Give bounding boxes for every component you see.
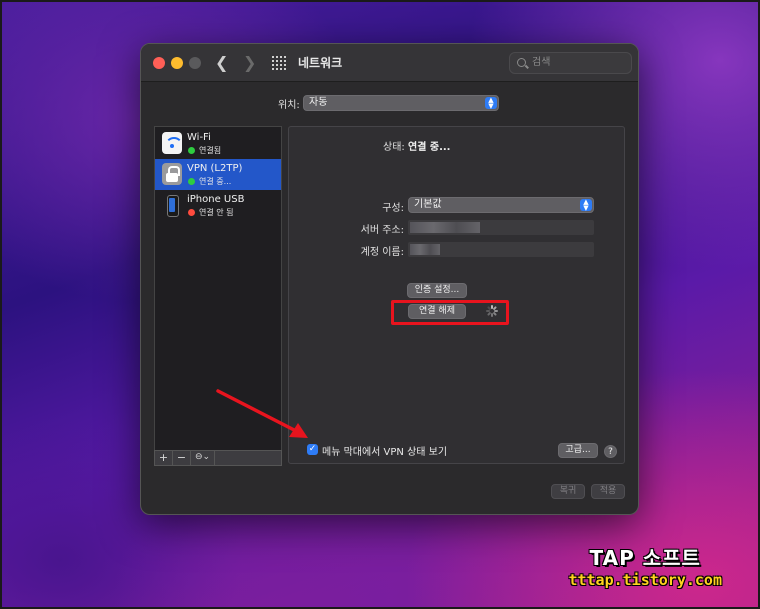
service-name: iPhone USB [187,194,245,205]
lock-icon [162,163,182,185]
service-item-wifi[interactable]: Wi-Fi 연결됨 [155,128,281,159]
disconnect-button[interactable]: 연결 해제 [408,304,466,319]
service-status: 연결 안 됨 [199,208,234,217]
action-menu-button[interactable]: ⊖⌄ [191,451,215,465]
service-status: 연결됨 [199,146,222,155]
chevron-up-down-icon: ▲ ▼ [485,97,497,110]
server-address-label: 서버 주소: [360,225,404,236]
service-name: Wi-Fi [187,132,211,143]
redacted-blur [410,244,440,255]
status-label: 상태: [383,142,405,153]
service-item-iphone-usb[interactable]: iPhone USB 연결 안 됨 [155,190,281,221]
authentication-settings-button[interactable]: 인증 설정... [407,283,467,298]
service-item-vpn[interactable]: VPN (L2TP) 연결 중... [155,159,281,190]
service-list-toolbar: + − ⊖⌄ [154,450,282,466]
advanced-button[interactable]: 고급... [558,443,598,458]
account-name-label: 계정 이름: [360,247,404,258]
status-dot-icon [188,147,195,154]
location-select[interactable]: 자동 ▲ ▼ [303,95,499,111]
window-content: 위치: 자동 ▲ ▼ Wi-Fi 연결됨 VPN (L2TP) 연결 중... i… [140,43,639,515]
help-button[interactable]: ? [604,445,617,458]
loading-spinner-icon [486,305,498,317]
remove-service-button[interactable]: − [173,451,191,465]
status-dot-icon [188,178,195,185]
config-value: 기본값 [414,199,442,210]
service-status: 연결 중... [199,177,232,186]
location-value: 자동 [309,97,328,108]
config-label: 구성: [382,203,404,214]
show-vpn-status-label: 메뉴 막대에서 VPN 상태 보기 [322,447,448,458]
account-name-field[interactable] [408,242,594,257]
server-address-field[interactable] [408,220,594,235]
redacted-blur [410,222,480,233]
revert-button[interactable]: 복귀 [551,484,585,499]
service-name: VPN (L2TP) [187,163,243,174]
chevron-up-down-icon: ▲ ▼ [580,199,592,212]
service-list: Wi-Fi 연결됨 VPN (L2TP) 연결 중... iPhone USB … [154,126,282,456]
status-value: 연결 중... [408,142,451,153]
location-label: 위치: [278,100,300,111]
watermark: TAP 소프트 tttap.tistory.com [568,542,722,589]
status-dot-icon [188,209,195,216]
add-service-button[interactable]: + [155,451,173,465]
wifi-icon [162,132,183,154]
iphone-icon [162,194,182,217]
watermark-url: tttap.tistory.com [568,571,722,589]
watermark-title: TAP 소프트 [589,546,701,570]
show-vpn-status-checkbox[interactable]: ✓ [307,444,318,455]
config-select[interactable]: 기본값 ▲ ▼ [408,197,594,213]
apply-button[interactable]: 적용 [591,484,625,499]
